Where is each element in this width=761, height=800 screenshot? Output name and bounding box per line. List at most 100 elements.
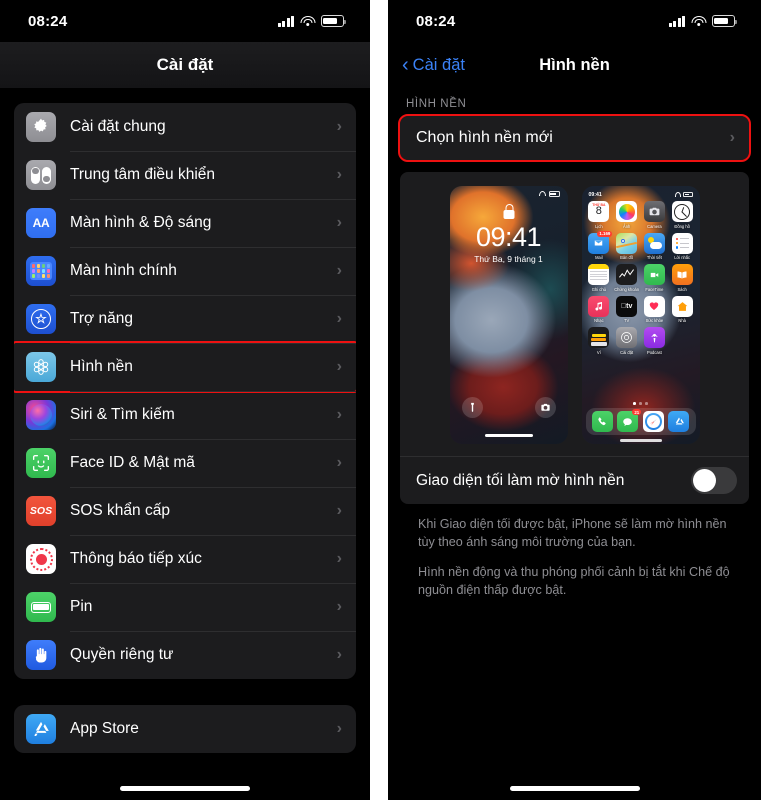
app-icon-reminders[interactable]: Lời nhắc [670,232,695,260]
sidebar-item-face-id-passcode[interactable]: Face ID & Mật mã [14,439,356,487]
settings-group-appstore: App Store [14,705,356,753]
home-screen-preview[interactable]: 09:41 THỨ BA 8 Lịch Ảnh Camera Đồng hồ 1… [581,186,700,444]
lock-screen-preview[interactable]: 09:41 Thứ Ba, 9 tháng 1 [449,186,568,444]
app-icon-camera[interactable]: Camera [642,201,667,229]
app-icon-clock[interactable]: Đồng hồ [670,201,695,229]
status-time: 08:24 [28,12,68,30]
page-dots [582,402,700,405]
wallpaper-previews: 09:41 Thứ Ba, 9 tháng 1 09:41 THỨ BA 8 L… [400,186,749,444]
sidebar-item-label: Pin [70,598,93,615]
app-label: Nhạc [594,318,604,324]
dark-appearance-dim-toggle[interactable] [691,467,737,494]
choose-new-wallpaper-label: Chọn hình nền mới [416,129,553,146]
back-button-label: Cài đặt [412,55,465,74]
app-label: FaceTime [645,286,664,292]
app-label: TV [624,318,630,324]
sidebar-item-emergency-sos[interactable]: SOS SOS khẩn cấp [14,487,356,535]
battery-icon [321,15,347,27]
control-center-icon [26,160,56,190]
app-label: Sức khỏe [645,318,664,324]
notification-badge: 1.169 [597,230,613,237]
chevron-right-icon [337,503,342,519]
chevron-left-icon: ‹ [402,54,409,76]
app-icon-settings[interactable]: Cài đặt [614,327,639,355]
wifi-icon [691,15,706,27]
app-icon-maps[interactable]: Bản đồ [614,232,639,261]
app-icon-podcasts[interactable]: Podcast [642,327,667,355]
sidebar-item-app-store[interactable]: App Store [14,705,356,753]
battery-icon [683,192,693,197]
dark-appearance-dim-row[interactable]: Giao diện tối làm mờ hình nền [400,456,749,504]
left-nav-bar: Cài đặt [0,42,370,88]
app-icon-music[interactable]: Nhạc [587,295,612,324]
dock-icon-messages-wrapper: 21 [617,409,642,432]
section-header-wallpaper: HÌNH NỀN [406,98,467,110]
app-icon-calendar[interactable]: THỨ BA 8 Lịch [587,201,612,229]
sidebar-item-siri-search[interactable]: Siri & Tìm kiếm [14,391,356,439]
accessibility-icon: ☆ [26,304,56,334]
sidebar-item-label: Trợ năng [70,310,134,327]
wifi-icon [538,191,546,197]
siri-icon [26,400,56,430]
choose-new-wallpaper-row[interactable]: Chọn hình nền mới [398,114,751,162]
app-icon-notes[interactable]: Ghi chú [587,264,612,292]
sidebar-item-exposure-notifications[interactable]: Thông báo tiếp xúc [14,535,356,583]
footnote-dark-appearance: Khi Giao diện tối được bật, iPhone sẽ là… [418,517,727,549]
sidebar-item-label: SOS khẩn cấp [70,502,170,519]
preview-status-bar: 09:41 [582,190,700,199]
app-label: Thời tiết [646,255,662,261]
home-screen-dock: 21 [585,408,696,435]
notification-badge: 21 [632,409,642,416]
right-phone-wallpaper-screen: 08:24 ‹ Cài đặt Hình nền HÌNH NỀN Chọn h… [388,0,761,800]
app-icon-home[interactable]: Nhà [670,295,695,323]
back-button[interactable]: ‹ Cài đặt [402,55,465,75]
status-indicators [668,15,738,27]
battery-icon [712,15,738,27]
dock-icon-phone[interactable] [591,411,613,432]
sidebar-item-display-brightness[interactable]: AA Màn hình & Độ sáng [14,199,356,247]
sos-icon: SOS [26,496,56,526]
privacy-hand-icon [26,640,56,670]
app-icon-books[interactable]: Sách [670,264,695,292]
sidebar-item-label: Cài đặt chung [70,118,166,135]
sidebar-item-privacy[interactable]: Quyền riêng tư [14,631,356,679]
sidebar-item-label: Hình nền [70,358,133,375]
app-icon-mail[interactable]: 1.169 Mail [587,230,613,261]
app-icon-tv[interactable]: tv TV [614,295,639,324]
app-icon-facetime[interactable]: FaceTime [642,264,667,292]
status-bar-right: 08:24 [388,0,761,42]
chevron-right-icon [337,647,342,663]
lock-screen-date: Thứ Ba, 9 tháng 1 [474,254,543,264]
flashlight-icon [461,397,483,418]
calendar-day: 8 [595,205,602,218]
dock-icon-safari[interactable] [642,411,664,432]
app-label: Bản đồ [620,255,634,261]
sidebar-item-battery[interactable]: Pin [14,583,356,631]
sidebar-item-control-center[interactable]: Trung tâm điều khiển [14,151,356,199]
app-icon-wallet[interactable]: Ví [587,327,612,355]
app-label: Sách [677,286,687,292]
sidebar-item-accessibility[interactable]: ☆ Trợ năng [14,295,356,343]
cellular-signal-icon [277,15,294,27]
sidebar-item-general[interactable]: Cài đặt chung [14,103,356,151]
page-title: Cài đặt [156,55,214,74]
sidebar-item-wallpaper[interactable]: Hình nền [14,341,356,393]
display-brightness-icon: AA [26,208,56,238]
exposure-notification-icon [26,544,56,574]
lock-screen-time: 09:41 [475,222,542,252]
chevron-right-icon [337,119,342,135]
app-icon-weather[interactable]: Thời tiết [642,232,667,261]
app-icon-health[interactable]: Sức khỏe [642,295,667,324]
dock-icon-app-store[interactable] [668,411,690,432]
settings-group-main: Cài đặt chung Trung tâm điều khiển AA Mà… [14,103,356,679]
app-label: Mail [595,255,603,261]
app-icon-stocks[interactable]: Chứng khoán [614,264,639,292]
settings-scroll-area[interactable]: Cài đặt chung Trung tâm điều khiển AA Mà… [0,103,370,753]
wifi-icon [300,15,315,27]
chevron-right-icon [337,599,342,615]
sidebar-item-home-screen[interactable]: Màn hình chính [14,247,356,295]
status-bar-left: 08:24 [0,0,370,42]
app-icon-photos[interactable]: Ảnh [614,201,639,229]
battery-icon [26,592,56,622]
face-id-icon [26,448,56,478]
